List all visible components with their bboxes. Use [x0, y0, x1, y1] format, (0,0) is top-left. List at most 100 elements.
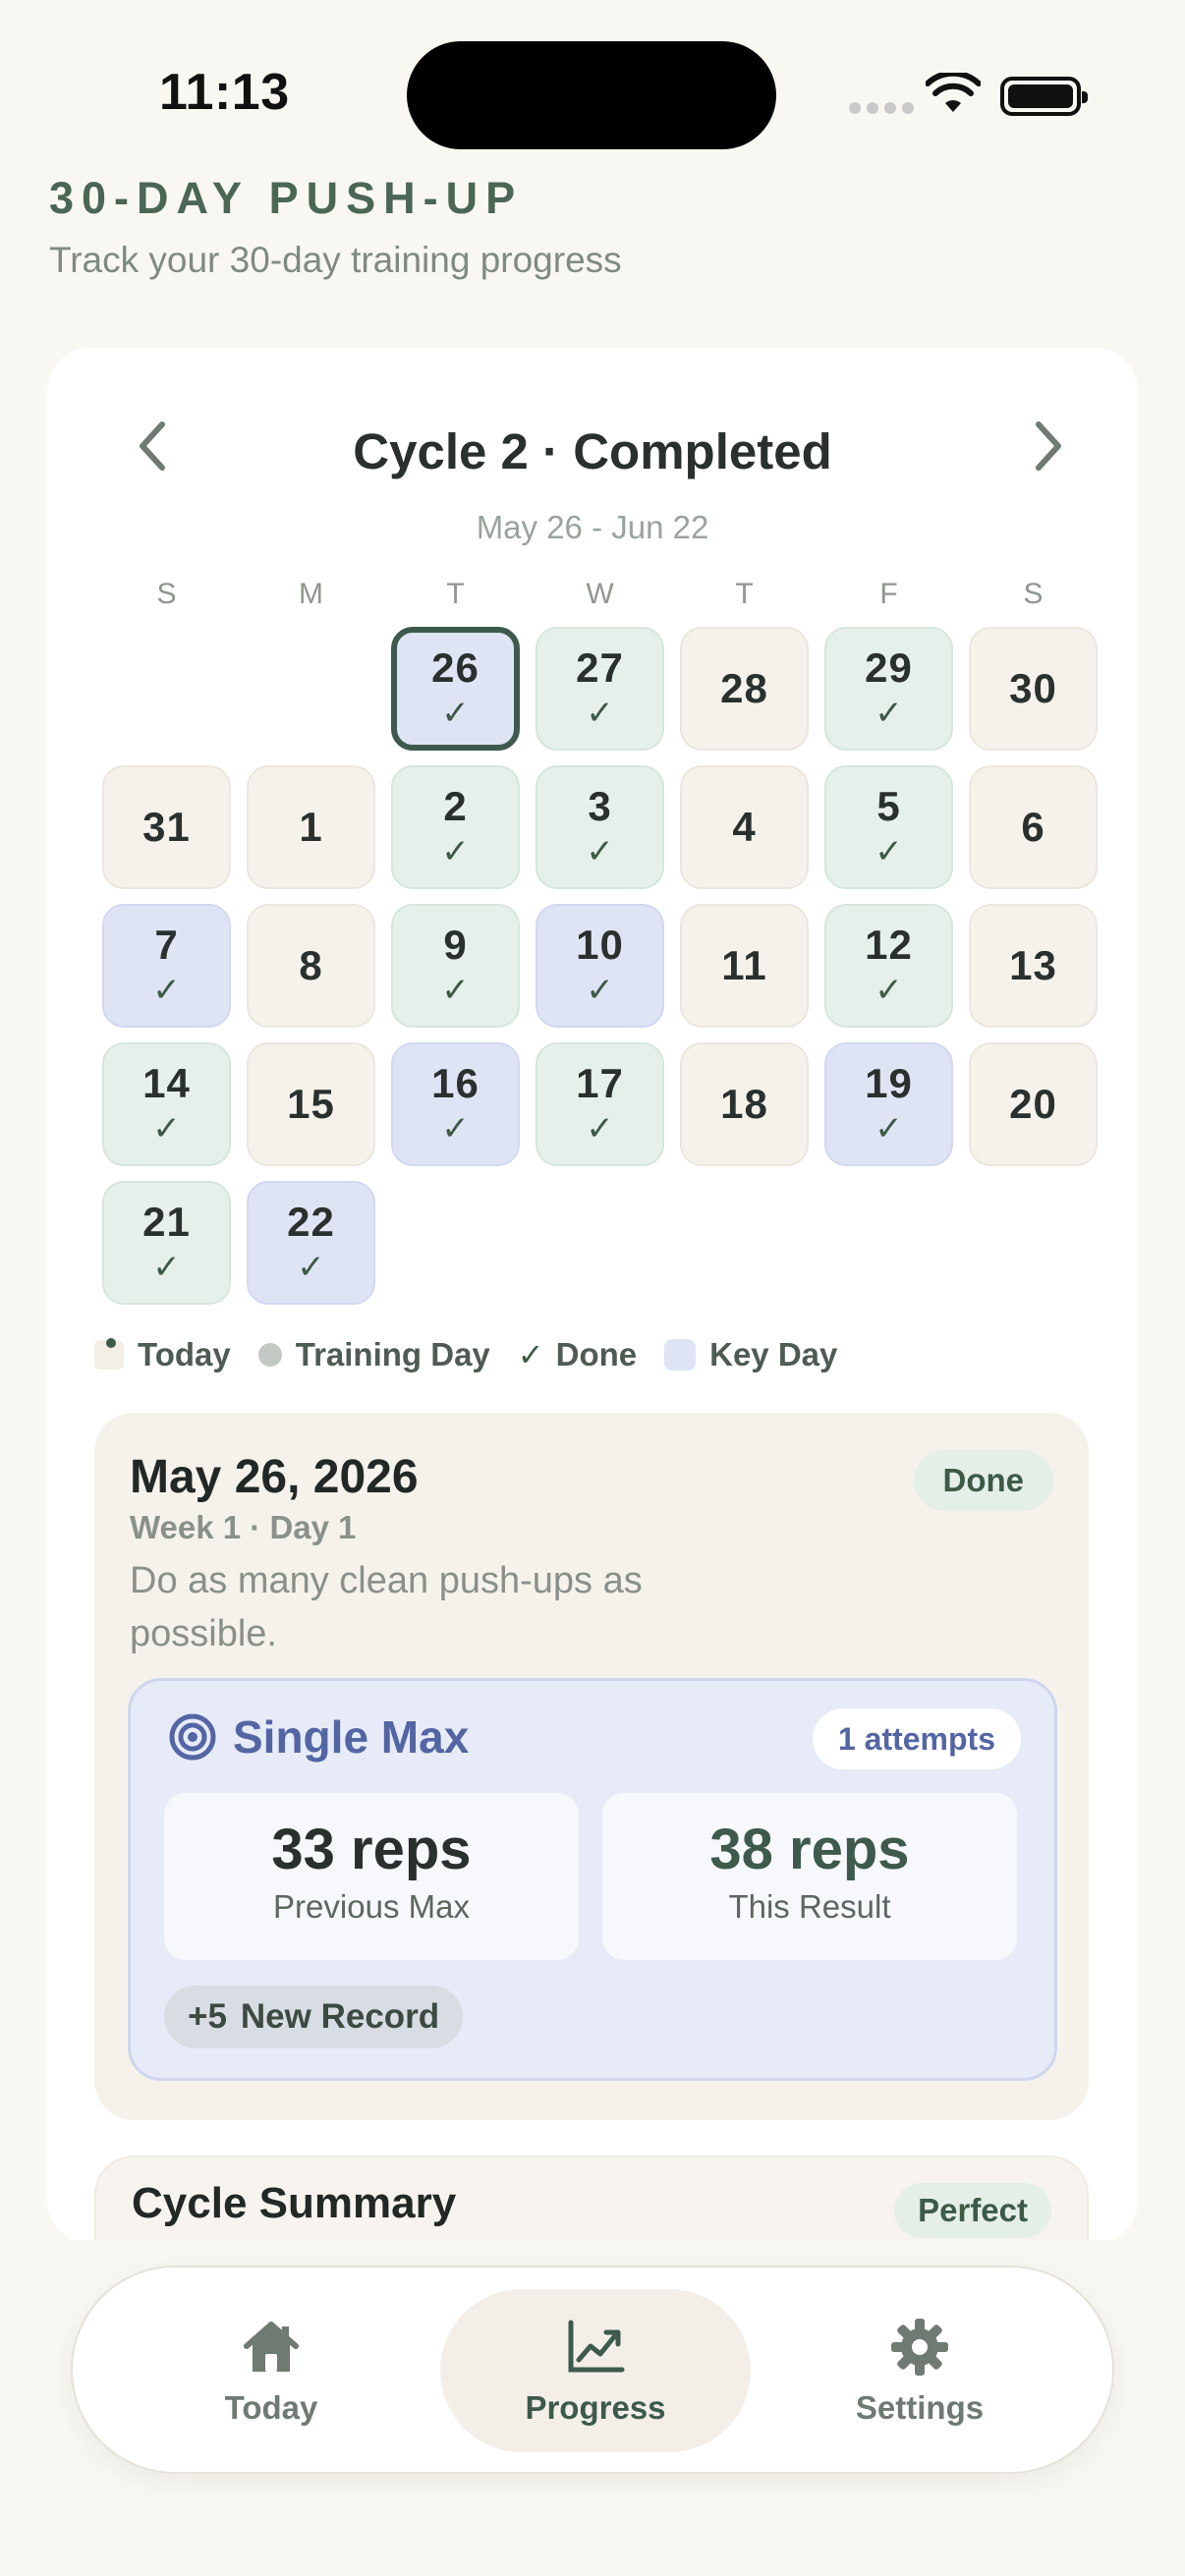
calendar-day-cell[interactable]: 12 ✓ — [824, 904, 953, 1028]
day-number: 31 — [142, 804, 191, 850]
tab-settings[interactable]: Settings — [764, 2289, 1075, 2452]
calendar-day-cell[interactable]: 1 — [247, 765, 375, 889]
calendar-day-cell[interactable]: 18 — [680, 1042, 809, 1166]
summary-badge: Perfect — [894, 2183, 1051, 2238]
weekday-label: T — [446, 578, 465, 610]
calendar-day-cell[interactable]: 10 ✓ — [536, 904, 664, 1028]
calendar-day-cell[interactable]: 16 ✓ — [391, 1042, 520, 1166]
target-icon — [169, 1713, 216, 1761]
calendar-day-cell[interactable]: 27 ✓ — [536, 627, 664, 751]
day-number: 5 — [876, 783, 901, 829]
calendar-day-cell[interactable]: 4 — [680, 765, 809, 889]
record-title: Single Max — [233, 1711, 470, 1763]
calendar-day-cell[interactable]: 3 ✓ — [536, 765, 664, 889]
day-number: 10 — [576, 922, 624, 968]
calendar-day-cell[interactable]: 19 ✓ — [824, 1042, 953, 1166]
wifi-icon — [926, 73, 981, 112]
day-number: 30 — [1009, 665, 1057, 711]
calendar-day-cell[interactable]: 6 — [969, 765, 1098, 889]
calendar-day-cell[interactable]: 8 — [247, 904, 375, 1028]
house-icon — [244, 2322, 299, 2372]
day-number: 22 — [287, 1199, 335, 1245]
attempts-badge: 1 attempts — [812, 1708, 1021, 1769]
checkmark-icon: ✓ — [152, 1110, 181, 1148]
calendar-card: Cycle 2 · Completed May 26 - Jun 22 S M … — [47, 348, 1138, 2273]
calendar-day-cell[interactable]: 21 ✓ — [102, 1181, 231, 1305]
battery-icon — [1000, 77, 1088, 116]
previous-max-stat: 33 reps Previous Max — [164, 1793, 579, 1960]
checkmark-icon: ✓ — [441, 695, 470, 732]
day-number: 6 — [1021, 804, 1045, 850]
status-time: 11:13 — [159, 64, 290, 121]
day-number: 21 — [142, 1199, 191, 1245]
day-number: 27 — [576, 644, 624, 691]
chevron-right-icon — [1036, 421, 1061, 471]
checkmark-icon: ✓ — [875, 695, 903, 732]
dynamic-island — [407, 41, 776, 149]
legend-key: Key Day — [664, 1336, 837, 1373]
calendar-day-cell[interactable]: 20 — [969, 1042, 1098, 1166]
tab-progress[interactable]: Progress — [440, 2289, 751, 2452]
calendar-day-cell[interactable]: 30 — [969, 627, 1098, 751]
checkmark-icon: ✓ — [586, 695, 614, 732]
day-number: 13 — [1009, 942, 1057, 988]
cycle-summary-title: Cycle Summary — [132, 2179, 457, 2227]
calendar-day-cell[interactable]: 7 ✓ — [102, 904, 231, 1028]
weekday-row: S M T W T F S — [94, 578, 1108, 611]
calendar-day-cell[interactable]: 2 ✓ — [391, 765, 520, 889]
calendar-day-cell[interactable]: 26 ✓ — [391, 627, 520, 751]
tab-today[interactable]: Today — [116, 2289, 426, 2452]
checkmark-icon: ✓ — [586, 833, 614, 870]
tab-label: Progress — [525, 2389, 666, 2426]
weekday-label: S — [156, 578, 177, 610]
calendar-day-cell[interactable]: 5 ✓ — [824, 765, 953, 889]
weekday-label: M — [299, 578, 323, 610]
checkmark-icon: ✓ — [152, 1249, 181, 1286]
calendar-day-cell[interactable]: 15 — [247, 1042, 375, 1166]
signal-icon — [849, 102, 914, 114]
tab-bar: Today Progress Settings — [71, 2266, 1114, 2474]
next-cycle-button[interactable] — [1020, 417, 1079, 476]
checkmark-icon: ✓ — [586, 1110, 614, 1148]
app-title: 30-DAY PUSH-UP — [49, 173, 524, 223]
day-number: 8 — [299, 942, 323, 988]
day-number: 16 — [431, 1060, 480, 1106]
tab-label: Settings — [855, 2389, 985, 2426]
calendar-day-cell[interactable]: 14 ✓ — [102, 1042, 231, 1166]
day-number: 7 — [154, 922, 179, 968]
new-record-label: New Record — [240, 1997, 440, 2036]
this-result-stat: 38 reps This Result — [602, 1793, 1017, 1960]
calendar-day-cell[interactable]: 22 ✓ — [247, 1181, 375, 1305]
status-badge: Done — [913, 1450, 1053, 1511]
checkmark-icon: ✓ — [517, 1337, 544, 1372]
calendar-day-cell[interactable]: 13 — [969, 904, 1098, 1028]
checkmark-icon: ✓ — [152, 972, 181, 1009]
this-result-label: This Result — [728, 1888, 891, 1925]
legend-training: Training Day — [257, 1336, 490, 1373]
day-number: 1 — [299, 804, 323, 850]
calendar-day-cell[interactable]: 28 — [680, 627, 809, 751]
calendar-day-cell[interactable]: 9 ✓ — [391, 904, 520, 1028]
chart-line-icon — [568, 2320, 625, 2373]
calendar-day-cell[interactable]: 31 — [102, 765, 231, 889]
checkmark-icon: ✓ — [441, 1110, 470, 1148]
weekday-label: F — [879, 578, 898, 610]
day-number: 20 — [1009, 1081, 1057, 1127]
calendar-day-cell[interactable]: 17 ✓ — [536, 1042, 664, 1166]
status-bar: 11:13 — [0, 0, 1185, 167]
checkmark-icon: ✓ — [875, 833, 903, 870]
legend-today: Today — [94, 1336, 231, 1373]
day-number: 26 — [431, 644, 480, 691]
weekday-label: W — [586, 578, 614, 610]
day-number: 18 — [720, 1081, 768, 1127]
checkmark-icon: ✓ — [875, 972, 903, 1009]
single-max-record: Single Max 1 attempts 33 reps Previous M… — [128, 1678, 1057, 2081]
record-delta: +5 — [188, 1997, 227, 2036]
new-record-badge: +5 New Record — [164, 1986, 464, 2048]
dot-icon — [257, 1343, 282, 1367]
day-number: 9 — [443, 922, 468, 968]
legend-label: Done — [555, 1336, 638, 1372]
calendar-day-cell[interactable]: 11 — [680, 904, 809, 1028]
calendar-day-cell[interactable]: 29 ✓ — [824, 627, 953, 751]
day-number: 15 — [287, 1081, 335, 1127]
